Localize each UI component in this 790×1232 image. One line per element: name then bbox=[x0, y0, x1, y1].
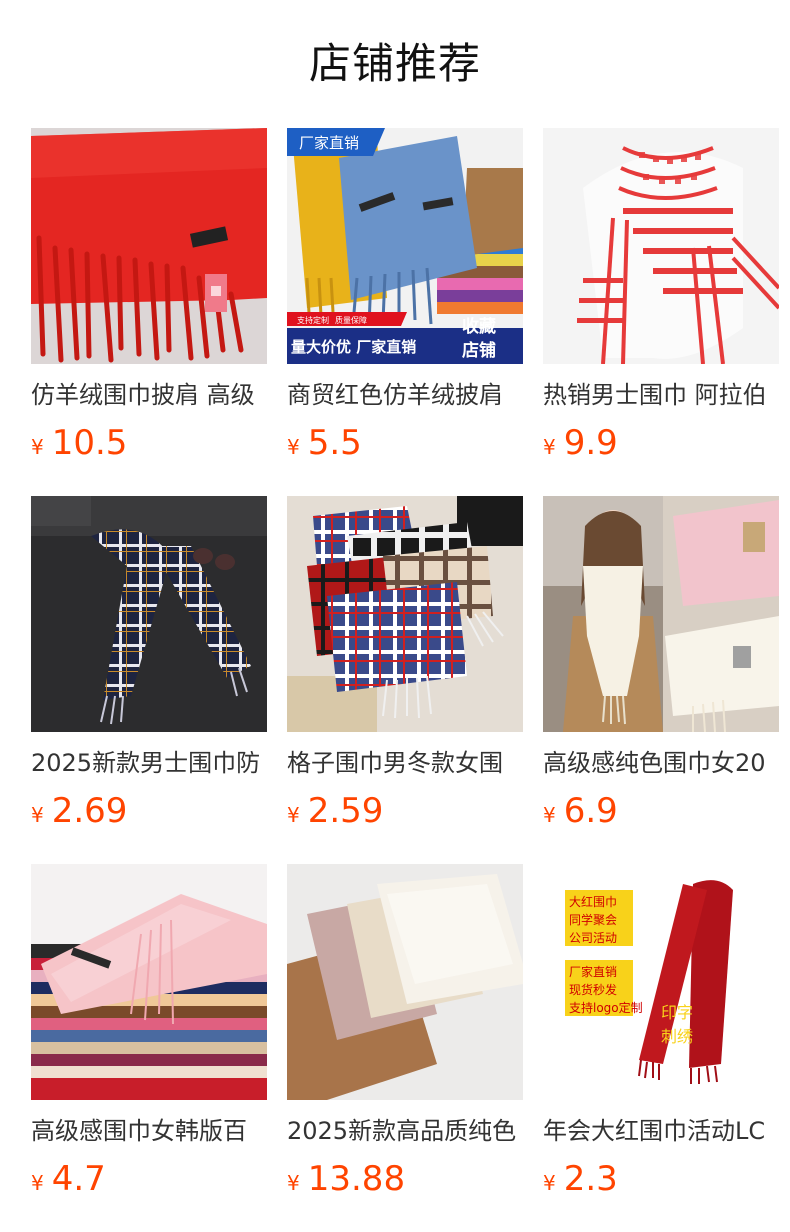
product-price: ¥5.5 bbox=[287, 422, 523, 464]
product-card[interactable]: 高级感围巾女韩版百 ¥4.7 bbox=[31, 864, 267, 1200]
product-image-red-tassel-scarf[interactable] bbox=[31, 128, 267, 364]
price-amount: 10.5 bbox=[51, 423, 128, 463]
svg-text:大红围巾: 大红围巾 bbox=[569, 894, 617, 909]
page-title: 店铺推荐 bbox=[308, 39, 481, 88]
product-card[interactable]: 2025新款男士围巾防 ¥2.69 bbox=[31, 496, 267, 832]
svg-text:厂家直销: 厂家直销 bbox=[569, 964, 617, 979]
product-image-multicolor-scarves[interactable]: 厂家直销 支持定制 质量保障 量大价优 厂家直销 收藏 店铺 bbox=[287, 128, 523, 364]
product-price: ¥13.88 bbox=[287, 1158, 523, 1200]
product-image-red-white-keffiyeh[interactable] bbox=[543, 128, 779, 364]
product-card[interactable]: 厂家直销 支持定制 质量保障 量大价优 厂家直销 收藏 店铺 商贸红色仿羊绒披肩… bbox=[287, 128, 523, 464]
product-card[interactable]: 仿羊绒围巾披肩 高级 ¥10.5 bbox=[31, 128, 267, 464]
product-card[interactable]: 格子围巾男冬款女围 ¥2.59 bbox=[287, 496, 523, 832]
currency-symbol: ¥ bbox=[287, 1171, 300, 1195]
currency-symbol: ¥ bbox=[31, 803, 44, 827]
product-card[interactable]: 大红围巾 同学聚会 公司活动 厂家直销 现货秒发 支持logo定制 印字 刺绣 … bbox=[543, 864, 779, 1200]
currency-symbol: ¥ bbox=[543, 435, 556, 459]
product-card[interactable]: 高级感纯色围巾女20 ¥6.9 bbox=[543, 496, 779, 832]
price-amount: 4.7 bbox=[51, 1159, 106, 1199]
svg-text:印字: 印字 bbox=[661, 1003, 693, 1022]
product-price: ¥10.5 bbox=[31, 422, 267, 464]
svg-text:公司活动: 公司活动 bbox=[569, 931, 617, 945]
currency-symbol: ¥ bbox=[31, 435, 44, 459]
price-amount: 2.3 bbox=[563, 1159, 618, 1199]
product-image-cream-scarf-model[interactable] bbox=[543, 496, 779, 732]
product-card[interactable]: 2025新款高品质纯色 ¥13.88 bbox=[287, 864, 523, 1200]
product-name[interactable]: 热销男士围巾 阿拉伯 bbox=[543, 380, 779, 410]
product-price: ¥4.7 bbox=[31, 1158, 267, 1200]
product-image-plaid-scarf-set[interactable] bbox=[287, 496, 523, 732]
product-name[interactable]: 格子围巾男冬款女围 bbox=[287, 748, 523, 778]
price-amount: 2.59 bbox=[307, 791, 384, 831]
product-price: ¥2.3 bbox=[543, 1158, 779, 1200]
svg-text:收藏: 收藏 bbox=[462, 316, 496, 337]
currency-symbol: ¥ bbox=[543, 1171, 556, 1195]
product-image-neutral-folded-scarves[interactable] bbox=[287, 864, 523, 1100]
svg-text:支持logo定制: 支持logo定制 bbox=[569, 1000, 643, 1015]
product-grid: 仿羊绒围巾披肩 高级 ¥10.5 厂家直销 支持定制 质量保障 量大价优 厂家直… bbox=[31, 128, 790, 1200]
price-amount: 13.88 bbox=[307, 1159, 406, 1199]
svg-text:现货秒发: 现货秒发 bbox=[569, 982, 617, 997]
product-image-big-red-event-scarf[interactable]: 大红围巾 同学聚会 公司活动 厂家直销 现货秒发 支持logo定制 印字 刺绣 bbox=[543, 864, 779, 1100]
product-name[interactable]: 2025新款高品质纯色 bbox=[287, 1116, 523, 1146]
product-name[interactable]: 仿羊绒围巾披肩 高级 bbox=[31, 380, 267, 410]
product-card[interactable]: 热销男士围巾 阿拉伯 ¥9.9 bbox=[543, 128, 779, 464]
product-price: ¥2.69 bbox=[31, 790, 267, 832]
product-price: ¥2.59 bbox=[287, 790, 523, 832]
product-name[interactable]: 2025新款男士围巾防 bbox=[31, 748, 267, 778]
product-price: ¥9.9 bbox=[543, 422, 779, 464]
svg-text:刺绣: 刺绣 bbox=[661, 1027, 693, 1046]
currency-symbol: ¥ bbox=[287, 435, 300, 459]
product-image-navy-plaid-scarf[interactable] bbox=[31, 496, 267, 732]
price-amount: 9.9 bbox=[563, 423, 618, 463]
product-name[interactable]: 高级感纯色围巾女20 bbox=[543, 748, 779, 778]
svg-text:量大价优 厂家直销: 量大价优 厂家直销 bbox=[291, 338, 416, 356]
svg-text:店铺: 店铺 bbox=[462, 340, 496, 361]
badge-factory-direct: 厂家直销 bbox=[299, 134, 359, 152]
product-name[interactable]: 高级感围巾女韩版百 bbox=[31, 1116, 267, 1146]
price-amount: 6.9 bbox=[563, 791, 618, 831]
currency-symbol: ¥ bbox=[31, 1171, 44, 1195]
product-image-pink-scarf-stack[interactable] bbox=[31, 864, 267, 1100]
product-price: ¥6.9 bbox=[543, 790, 779, 832]
svg-text:支持定制: 支持定制 bbox=[297, 315, 329, 325]
product-name[interactable]: 年会大红围巾活动LC bbox=[543, 1116, 779, 1146]
currency-symbol: ¥ bbox=[287, 803, 300, 827]
price-amount: 2.69 bbox=[51, 791, 128, 831]
svg-text:同学聚会: 同学聚会 bbox=[569, 912, 617, 927]
price-amount: 5.5 bbox=[307, 423, 362, 463]
product-name[interactable]: 商贸红色仿羊绒披肩 bbox=[287, 380, 523, 410]
currency-symbol: ¥ bbox=[543, 803, 556, 827]
svg-text:质量保障: 质量保障 bbox=[335, 315, 367, 325]
